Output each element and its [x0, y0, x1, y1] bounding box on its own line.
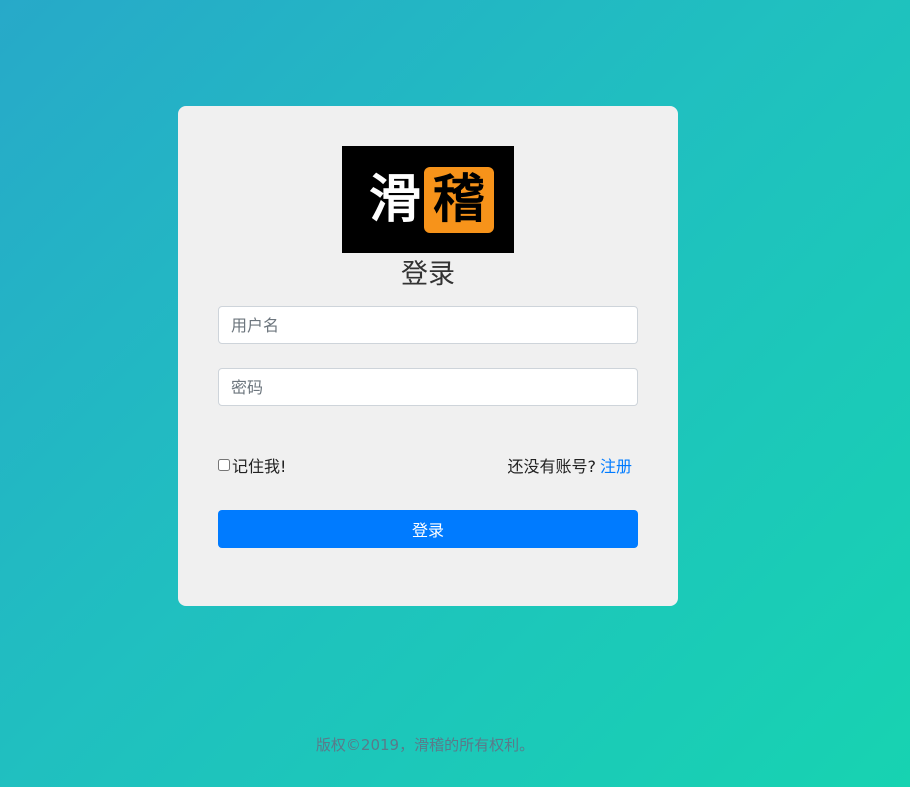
- register-link[interactable]: 注册: [600, 457, 632, 476]
- remember-me[interactable]: 记住我!: [218, 453, 286, 477]
- login-card: 滑 稽 登录 记住我! 还没有账号?注册 登录: [178, 106, 678, 606]
- page-title: 登录: [401, 259, 455, 290]
- password-input[interactable]: [218, 368, 638, 406]
- logo-right-badge: 稽: [424, 166, 494, 233]
- username-input[interactable]: [218, 306, 638, 344]
- login-button[interactable]: 登录: [218, 510, 638, 548]
- logo: 滑 稽: [342, 146, 514, 253]
- logo-left-text: 滑: [368, 169, 421, 230]
- remember-me-checkbox[interactable]: [218, 459, 230, 471]
- footer-copyright: 版权©2019，滑稽的所有权利。: [315, 736, 535, 754]
- no-account-text: 还没有账号?: [507, 457, 596, 476]
- remember-me-label: 记住我!: [232, 457, 287, 476]
- register-prompt: 还没有账号? 注册: [507, 453, 632, 477]
